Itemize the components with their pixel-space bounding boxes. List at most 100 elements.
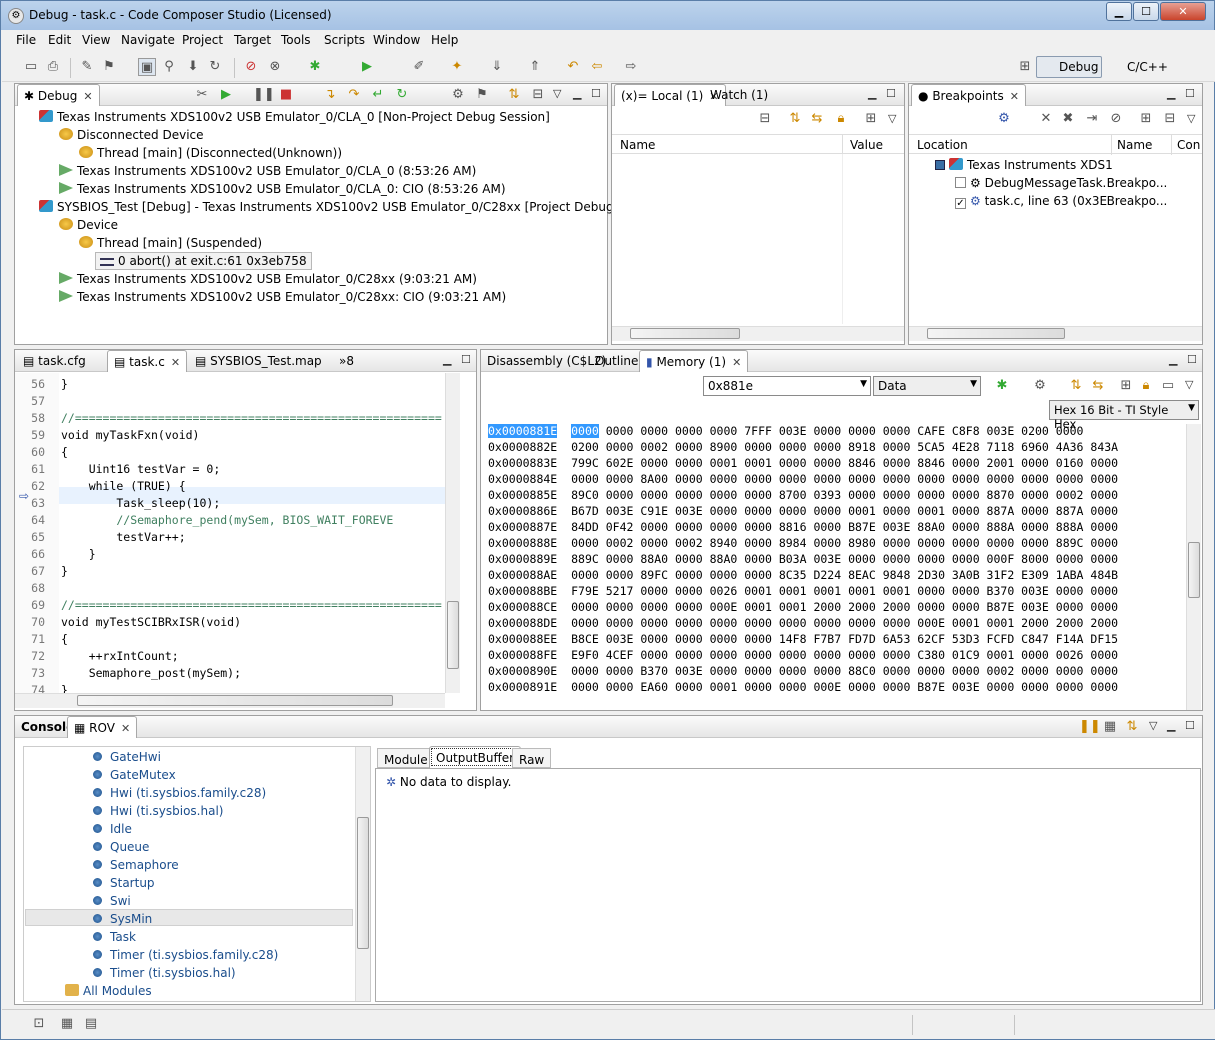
menu-navigate[interactable]: Navigate	[121, 33, 175, 47]
tree-item-cio[interactable]: Texas Instruments XDS100v2 USB Emulator_…	[59, 290, 506, 304]
connect-icon[interactable]: ⚲	[160, 58, 178, 76]
step-into-icon[interactable]: ↴	[321, 86, 339, 104]
reset-cpu-icon[interactable]: ⚙	[449, 86, 467, 104]
tree-item-thread[interactable]: Thread [main] (Disconnected(Unknown))	[79, 146, 342, 160]
step-over-icon[interactable]: ↷	[345, 86, 363, 104]
menu-project[interactable]: Project	[182, 33, 223, 47]
module-item[interactable]: Task	[93, 930, 136, 944]
maximize-view-icon[interactable]: ☐	[1187, 353, 1197, 366]
more-tabs[interactable]: »8	[333, 350, 360, 372]
code-line[interactable]: while (TRUE) {	[61, 479, 445, 493]
module-item[interactable]: Swi	[93, 894, 131, 908]
view-menu-icon[interactable]: ▽	[888, 112, 896, 125]
code-line[interactable]: }	[61, 547, 445, 561]
tree-item-process[interactable]: Texas Instruments XDS100v2 USB Emulator_…	[59, 164, 476, 178]
module-item[interactable]: GateMutex	[93, 768, 176, 782]
column-divider[interactable]	[1171, 135, 1172, 155]
menu-scripts[interactable]: Scripts	[324, 33, 365, 47]
remove-all-icon[interactable]: ✖	[1059, 110, 1077, 128]
maximize-view-icon[interactable]: ☐	[886, 87, 896, 100]
tab-sysbios-map[interactable]: ▤ SYSBIOS_Test.map	[189, 350, 328, 372]
memory-row[interactable]: 0x0000883E 799C 602E 0000 0000 0001 0001…	[488, 456, 1118, 470]
column-header-value[interactable]: Value	[850, 138, 883, 152]
minimize-view-icon[interactable]: ▁	[1167, 87, 1175, 100]
open-perspective-icon[interactable]: ⊞	[1016, 58, 1034, 76]
remove-icon[interactable]: ✕	[1037, 110, 1055, 128]
refresh-icon[interactable]: ⇅	[1067, 377, 1085, 395]
minimize-view-icon[interactable]: ▁	[1167, 719, 1175, 732]
memory-row[interactable]: 0x0000890E 0000 0000 B370 003E 0000 0000…	[488, 664, 1118, 678]
memory-row[interactable]: 0x000088EE B8CE 003E 0000 0000 0000 0000…	[488, 632, 1118, 646]
column-header-name[interactable]: Name	[1117, 138, 1152, 152]
restart-icon[interactable]: ⚑	[473, 86, 491, 104]
vertical-scrollbar[interactable]	[355, 747, 370, 1001]
view-menu-icon[interactable]: ▽	[553, 87, 561, 100]
memory-word[interactable]: 0000	[571, 600, 599, 614]
scroll-thumb[interactable]	[357, 817, 369, 949]
module-item[interactable]: Semaphore	[93, 858, 179, 872]
debug-icon[interactable]: ✱	[306, 58, 324, 76]
module-item[interactable]: GateHwi	[93, 750, 161, 764]
memory-words[interactable]: 0000 0002 0000 8900 0000 0000 0000 8918 …	[606, 440, 1118, 454]
memory-words[interactable]: 0000 88A0 0000 88A0 0000 B03A 003E 0000 …	[606, 552, 1118, 566]
menu-view[interactable]: View	[82, 33, 110, 47]
vertical-scrollbar[interactable]	[445, 373, 460, 693]
run-icon[interactable]: ▶	[358, 58, 376, 76]
minimize-view-icon[interactable]: ▁	[1169, 353, 1177, 366]
pin-icon[interactable]: 🔒︎	[832, 110, 850, 128]
pause-icon[interactable]: ❚❚	[1079, 718, 1101, 736]
wand-icon[interactable]: ✦	[448, 58, 466, 76]
collapse-all-icon[interactable]: ⊟	[529, 86, 547, 104]
memory-words[interactable]: 0000 EA60 0000 0001 0000 0000 000E 0000 …	[606, 680, 1118, 694]
memory-words[interactable]: 0000 89FC 0000 0000 0000 8C35 D224 8EAC …	[606, 568, 1118, 582]
memory-words[interactable]: 0000 0000 0000 000E 0001 0001 2000 2000 …	[606, 600, 1118, 614]
memory-word[interactable]: 0000	[571, 680, 599, 694]
module-item[interactable]: Timer (ti.sysbios.hal)	[93, 966, 236, 980]
memory-words[interactable]: 0000 0000 0000 0000 0000 8700 0393 0000 …	[606, 488, 1118, 502]
memory-words[interactable]: 0F42 0000 0000 0000 0000 8816 0000 B87E …	[606, 520, 1118, 534]
tab-task-cfg[interactable]: ▤ task.cfg	[17, 350, 92, 372]
tab-outline[interactable]: Outline	[589, 350, 644, 372]
memory-words[interactable]: 4CEF 0000 0000 0000 0000 0000 0000 0000 …	[606, 648, 1118, 662]
module-item[interactable]: Idle	[93, 822, 132, 836]
memory-row[interactable]: 0x0000891E 0000 0000 EA60 0000 0001 0000…	[488, 680, 1118, 694]
code-line[interactable]: {	[61, 445, 445, 459]
scroll-thumb[interactable]	[927, 328, 1065, 339]
vertical-scrollbar[interactable]	[1186, 424, 1201, 710]
column-divider[interactable]	[842, 135, 843, 155]
all-modules-item[interactable]: All Modules	[65, 984, 152, 998]
tab-task-c[interactable]: ▤ task.c ✕	[107, 350, 188, 372]
memory-word[interactable]: 0000	[571, 536, 599, 550]
code-line[interactable]: void myTaskFxn(void)	[61, 428, 445, 442]
edit-icon[interactable]: ✐	[410, 58, 428, 76]
module-item[interactable]: Startup	[93, 876, 155, 890]
memory-row[interactable]: 0x0000887E 84DD 0F42 0000 0000 0000 0000…	[488, 520, 1118, 534]
memory-word[interactable]: 889C	[571, 552, 599, 566]
scroll-thumb[interactable]	[77, 695, 393, 706]
breakpoint-group[interactable]: Texas Instruments XDS100	[935, 158, 1113, 172]
memory-word[interactable]: B67D	[571, 504, 599, 518]
memory-words[interactable]: 0000 0000 0000 0000 0000 0000 0000 0000 …	[606, 616, 1118, 630]
horizontal-scrollbar[interactable]	[909, 326, 1202, 341]
next-annotation-icon[interactable]: ⇓	[488, 58, 506, 76]
memory-word[interactable]: 84DD	[571, 520, 599, 534]
expand-all-icon[interactable]: ⊞	[1137, 110, 1155, 128]
view-menu-icon[interactable]: ▽	[1185, 378, 1193, 391]
checkbox-checked[interactable]: ✓	[955, 198, 966, 209]
memory-row[interactable]: 0x0000886E B67D 003E C91E 003E 0000 0000…	[488, 504, 1118, 518]
memory-words[interactable]: 0000 0000 0000 0000 7FFF 003E 0000 0000 …	[606, 424, 1084, 438]
memory-words[interactable]: 003E 0000 0000 0000 0000 14F8 F7B7 FD7D …	[606, 632, 1118, 646]
tab-raw[interactable]: Raw	[512, 748, 552, 768]
minimize-view-icon[interactable]: ▁	[868, 87, 876, 100]
skip-all-icon[interactable]: ⊘	[1107, 110, 1125, 128]
menu-help[interactable]: Help	[431, 33, 458, 47]
checkbox-unchecked[interactable]	[955, 177, 966, 188]
continuous-refresh-icon[interactable]: ⇆	[1089, 377, 1107, 395]
memory-word[interactable]: 0000	[571, 568, 599, 582]
memory-row[interactable]: 0x0000881E 0000 0000 0000 0000 0000 7FFF…	[488, 424, 1083, 438]
maximize-view-icon[interactable]: ☐	[1185, 719, 1195, 732]
memory-word[interactable]: 0000	[571, 616, 599, 630]
go-to-file-icon[interactable]: ⇥	[1083, 110, 1101, 128]
reload-icon[interactable]: ↻	[206, 58, 224, 76]
code-line[interactable]: //Semaphore_pend(mySem, BIOS_WAIT_FOREVE	[61, 513, 445, 527]
